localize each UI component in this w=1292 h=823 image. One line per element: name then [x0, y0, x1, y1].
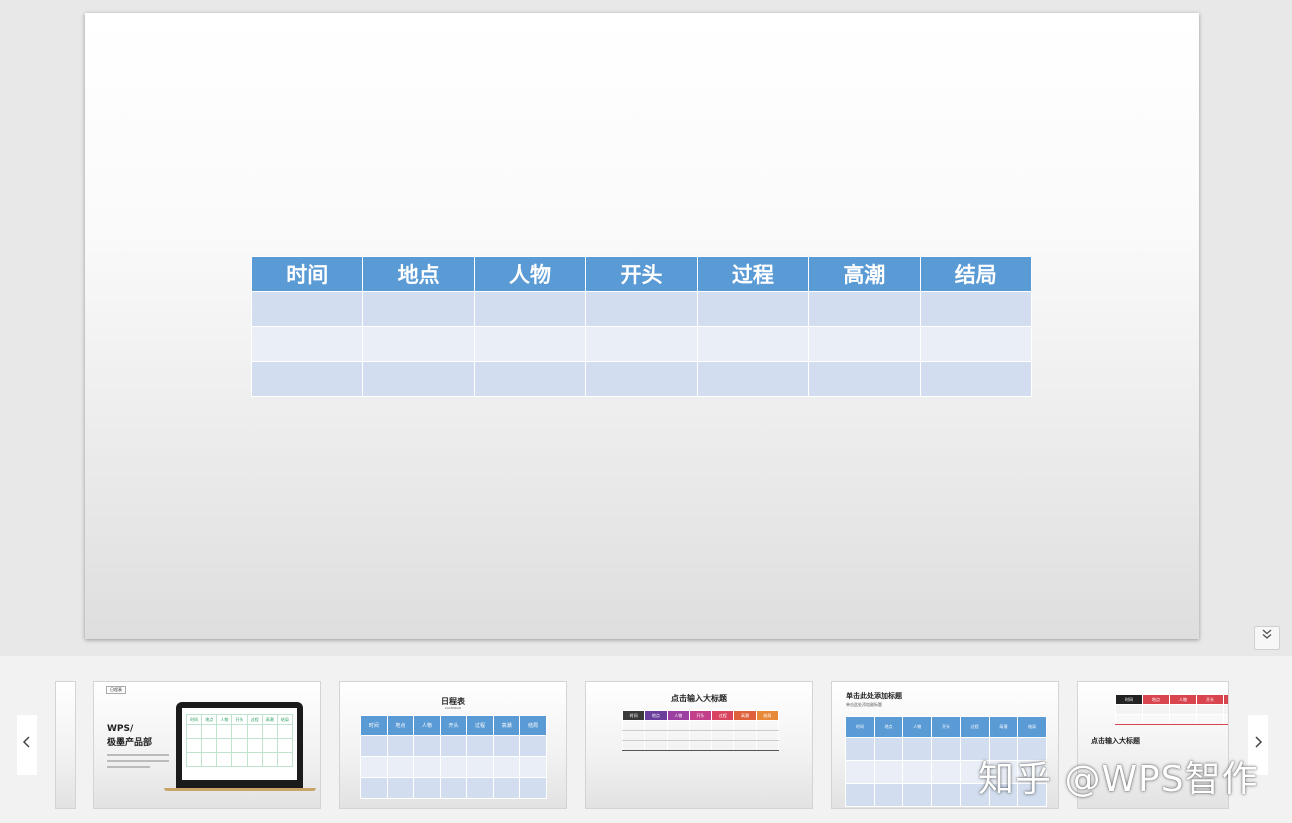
- table-cell[interactable]: [250, 326, 364, 362]
- slide-table[interactable]: 时间 地点 人物 开头 过程 高潮 结局: [250, 256, 1033, 397]
- table-header-cell[interactable]: 结局: [919, 256, 1033, 292]
- slide-thumbnail-partial[interactable]: [55, 681, 76, 809]
- slide-thumbnail-2[interactable]: 日程表 CALENDAR 时间 地点 人物 开头 过程 高潮 结局: [339, 681, 567, 809]
- slide-thumbnail-1[interactable]: 日程表 WPS/ 极墨产品部 时间 地点 人物 开头 过程 高潮 结局: [93, 681, 321, 809]
- laptop-image: 时间 地点 人物 开头 过程 高潮 结局: [176, 702, 303, 788]
- prev-thumbnail-button[interactable]: [17, 715, 37, 775]
- table-header-cell[interactable]: 人物: [473, 256, 587, 292]
- thumb-title-line2: 极墨产品部: [107, 738, 153, 748]
- table-header-cell[interactable]: 地点: [362, 256, 475, 292]
- table-cell[interactable]: [808, 326, 921, 362]
- thumb-subtitle: 单击此处添加副标题: [846, 702, 882, 707]
- table-cell[interactable]: [919, 291, 1033, 327]
- thumb-table: 时间 地点 人物 开头 过程 高潮 结局: [360, 715, 547, 799]
- table-row: [250, 361, 1033, 397]
- table-cell[interactable]: [362, 326, 475, 362]
- chevron-left-icon: [22, 733, 32, 754]
- thumb-table: 时间 地点 人物 开头 过程 高潮 结局: [621, 710, 780, 751]
- collapse-thumbnails-button[interactable]: [1254, 626, 1280, 650]
- thumb-title: 单击此处添加标题: [846, 692, 902, 700]
- table-cell[interactable]: [808, 361, 921, 397]
- table-cell[interactable]: [362, 361, 475, 397]
- slide-workspace: 时间 地点 人物 开头 过程 高潮 结局: [0, 0, 1292, 656]
- table-cell[interactable]: [585, 361, 698, 397]
- slide-thumbnail-3[interactable]: 点击输入大标题 时间 地点 人物 开头 过程 高潮 结局: [585, 681, 813, 809]
- table-cell[interactable]: [696, 291, 810, 327]
- table-cell[interactable]: [250, 291, 364, 327]
- table-cell[interactable]: [585, 326, 698, 362]
- table-cell[interactable]: [696, 361, 810, 397]
- watermark-text: 知乎 @WPS智作: [978, 759, 1259, 800]
- table-cell[interactable]: [808, 291, 921, 327]
- thumb-table: 时间 地点 人物 开头 过程: [1115, 694, 1228, 725]
- table-header-cell[interactable]: 高潮: [808, 256, 921, 292]
- table-row: [250, 291, 1033, 327]
- thumb-body-text-lines: [107, 754, 169, 768]
- laptop-base: [164, 788, 316, 791]
- table-cell[interactable]: [250, 361, 364, 397]
- table-cell[interactable]: [696, 326, 810, 362]
- thumb-title-line1: WPS/: [107, 724, 134, 734]
- table-cell[interactable]: [362, 291, 475, 327]
- table-cell[interactable]: [473, 361, 587, 397]
- table-header-cell[interactable]: 开头: [585, 256, 698, 292]
- table-row: [250, 326, 1033, 362]
- table-cell[interactable]: [473, 326, 587, 362]
- laptop-screen: 时间 地点 人物 开头 过程 高潮 结局: [182, 708, 297, 780]
- thumb-title: 点击输入大标题: [671, 694, 727, 703]
- table-cell[interactable]: [585, 291, 698, 327]
- current-slide[interactable]: 时间 地点 人物 开头 过程 高潮 结局: [85, 13, 1199, 639]
- thumb-title: 点击输入大标题: [1091, 737, 1140, 745]
- table-cell[interactable]: [919, 326, 1033, 362]
- thumb-tag: 日程表: [106, 686, 126, 694]
- table-header-cell[interactable]: 时间: [250, 256, 364, 292]
- table-cell[interactable]: [473, 291, 587, 327]
- table-header-cell[interactable]: 过程: [696, 256, 810, 292]
- laptop-screen-table: 时间 地点 人物 开头 过程 高潮 结局: [185, 714, 294, 767]
- slide-table-header-row: 时间 地点 人物 开头 过程 高潮 结局: [250, 256, 1033, 292]
- double-chevron-down-icon: [1261, 629, 1273, 644]
- thumb-subtitle: CALENDAR: [444, 706, 462, 710]
- table-cell[interactable]: [919, 361, 1033, 397]
